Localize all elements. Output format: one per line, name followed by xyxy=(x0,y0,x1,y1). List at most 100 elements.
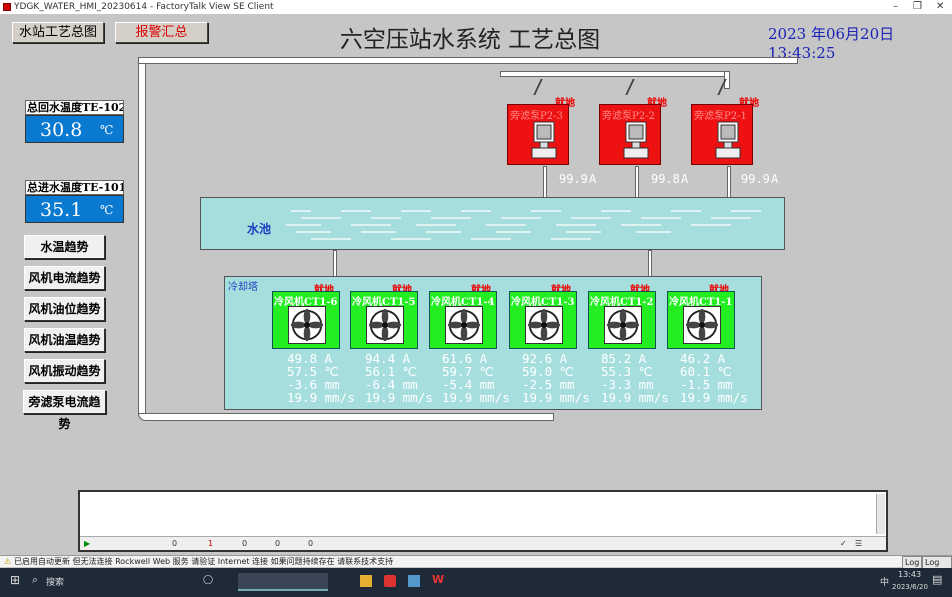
pump-3-unit: A xyxy=(589,172,597,186)
maximize-button[interactable]: ❐ xyxy=(913,0,922,14)
fan-current-trend-button[interactable]: 风机电流趋势 xyxy=(24,266,105,290)
fan-ct1-2-readings: 85.2 A 55.3 ℃ -3.3 mm 19.9 mm/s xyxy=(601,352,669,404)
pump-p2-3[interactable]: 旁滤泵P2-3 xyxy=(507,104,569,165)
fan-vibration: 19.9 xyxy=(522,390,553,405)
unit-vib: mm/s xyxy=(402,390,433,405)
clock-time[interactable]: 13:43 xyxy=(898,570,921,579)
pipe-pump-1-drop xyxy=(727,166,731,198)
page-title: 六空压站水系统 工艺总图 xyxy=(339,27,601,53)
notification-icon[interactable]: ▤ xyxy=(932,573,942,586)
temp-return-display: 30.8 ℃ xyxy=(25,115,124,143)
fan-ct1-3[interactable]: 冷风机CT1-3 xyxy=(509,291,577,349)
alarm-count-3: 0 xyxy=(242,539,248,548)
water-ripple-icon xyxy=(286,210,761,240)
fan-vibration: 19.9 xyxy=(287,390,318,405)
alarm-count-4: 0 xyxy=(275,539,281,548)
fan-ct1-1[interactable]: 冷风机CT1-1 xyxy=(667,291,735,349)
pipe-pump-header xyxy=(500,71,730,77)
fan-oil-temp-trend-button[interactable]: 风机油温趋势 xyxy=(24,328,105,352)
clock-date[interactable]: 2023/6/20 xyxy=(892,583,928,591)
temp-supply-display: 35.1 ℃ xyxy=(25,195,124,223)
unit-vib: mm/s xyxy=(717,390,748,405)
fan-ct1-6[interactable]: 冷风机CT1-6 xyxy=(272,291,340,349)
temp-supply-value: 35.1 xyxy=(40,199,83,221)
app-icon[interactable] xyxy=(384,575,396,587)
close-button[interactable]: ✕ xyxy=(936,0,944,14)
pump-p2-1[interactable]: 旁滤泵P2-1 xyxy=(691,104,753,165)
pump-current-trend-button[interactable]: 旁滤泵电流趋势 xyxy=(23,390,106,431)
window-titlebar: YDGK_WATER_HMI_20230614 - FactoryTalk Vi… xyxy=(0,0,952,14)
temp-return-label: 总回水温度TE-102 xyxy=(25,100,124,115)
temp-return-value: 30.8 xyxy=(40,119,83,141)
status-bar: ⚠ 已启用自动更新 但无法连接 Rockwell Web 服务 请验证 Inte… xyxy=(0,555,952,580)
pump-2-current: 99.8 xyxy=(651,172,680,186)
pump-2-unit: A xyxy=(681,172,689,186)
pipe-return-top xyxy=(138,57,798,64)
fan-icon xyxy=(288,306,326,344)
pool-label: 水池 xyxy=(247,222,272,236)
water-temp-trend-button[interactable]: 水温趋势 xyxy=(24,235,105,259)
alarm-ack-icon[interactable]: ✓ xyxy=(840,537,847,550)
unit-vib: mm/s xyxy=(324,390,355,405)
fan-ct1-5-readings: 94.4 A 56.1 ℃ -6.4 mm 19.9 mm/s xyxy=(365,352,433,404)
start-icon[interactable]: ⊞ xyxy=(10,573,20,587)
nav-overview-button[interactable]: 水站工艺总图 xyxy=(12,22,104,43)
app-icon xyxy=(3,3,11,11)
cooling-tower-label: 冷却塔 xyxy=(228,282,258,293)
alarm-toolbar-icon[interactable]: ☰ xyxy=(855,537,862,550)
status-message: 已启用自动更新 但无法连接 Rockwell Web 服务 请验证 Intern… xyxy=(14,557,394,566)
fan-icon xyxy=(604,306,642,344)
pipe-pool-tower-left xyxy=(333,250,337,277)
window-title: YDGK_WATER_HMI_20230614 - FactoryTalk Vi… xyxy=(14,2,274,12)
alarm-scrollbar[interactable] xyxy=(876,494,885,534)
warning-icon: ⚠ xyxy=(4,557,12,566)
pipe-return-vertical xyxy=(138,57,146,421)
alarm-count-1: 0 xyxy=(172,539,178,548)
fan-ct1-4-readings: 61.6 A 59.7 ℃ -5.4 mm 19.9 mm/s xyxy=(442,352,510,404)
app-icon[interactable] xyxy=(408,575,420,587)
fan-ct1-2[interactable]: 冷风机CT1-2 xyxy=(588,291,656,349)
task-view-icon[interactable]: ◯ xyxy=(203,575,213,585)
ime-indicator[interactable]: 中 xyxy=(880,575,889,588)
pipe-pool-tower-right xyxy=(648,250,652,277)
fan-vibration: 19.9 xyxy=(365,390,396,405)
alarm-count-5: 0 xyxy=(308,539,314,548)
water-pool xyxy=(200,197,785,250)
fan-ct1-6-readings: 49.8 A 57.5 ℃ -3.6 mm 19.9 mm/s xyxy=(287,352,355,404)
alarm-status-bar: ▶ 0 1 0 0 0 ✓ ☰ xyxy=(80,536,886,550)
fan-vibration: 19.9 xyxy=(680,390,711,405)
fan-oil-level-trend-button[interactable]: 风机油位趋势 xyxy=(24,297,105,321)
fan-vibration: 19.9 xyxy=(601,390,632,405)
alarm-count-2: 1 xyxy=(208,539,214,548)
pump-motor-icon xyxy=(623,121,649,159)
pump-1-unit: A xyxy=(771,172,779,186)
fan-icon xyxy=(366,306,404,344)
temp-supply-label: 总进水温度TE-101 xyxy=(25,180,124,195)
unit-vib: mm/s xyxy=(559,390,590,405)
fan-vibration-trend-button[interactable]: 风机振动趋势 xyxy=(24,359,105,383)
temp-supply-unit: ℃ xyxy=(100,203,114,217)
taskbar-search-label[interactable]: 搜索 xyxy=(46,575,64,588)
wps-icon[interactable]: W xyxy=(432,573,444,586)
pipe-pump-2-drop xyxy=(635,166,639,198)
taskbar-app-browser[interactable] xyxy=(238,573,328,591)
fan-icon xyxy=(683,306,721,344)
minimize-button[interactable]: – xyxy=(893,0,898,14)
pump-motor-icon xyxy=(531,121,557,159)
file-explorer-icon[interactable] xyxy=(360,575,372,587)
alarm-run-icon: ▶ xyxy=(84,539,91,548)
nav-alarm-button[interactable]: 报警汇总 xyxy=(115,22,208,43)
pump-p2-2[interactable]: 旁滤泵P2-2 xyxy=(599,104,661,165)
fan-icon xyxy=(525,306,563,344)
fan-ct1-4[interactable]: 冷风机CT1-4 xyxy=(429,291,497,349)
fan-ct1-1-readings: 46.2 A 60.1 ℃ -1.5 mm 19.9 mm/s xyxy=(680,352,748,404)
temp-return-unit: ℃ xyxy=(100,123,114,137)
pump-1-current: 99.9 xyxy=(741,172,770,186)
fan-icon xyxy=(445,306,483,344)
unit-vib: mm/s xyxy=(638,390,669,405)
fan-ct1-5[interactable]: 冷风机CT1-5 xyxy=(350,291,418,349)
pipe-pump-3-drop xyxy=(543,166,547,198)
pump-motor-icon xyxy=(715,121,741,159)
search-icon[interactable]: ⌕ xyxy=(32,573,38,587)
fan-vibration: 19.9 xyxy=(442,390,473,405)
